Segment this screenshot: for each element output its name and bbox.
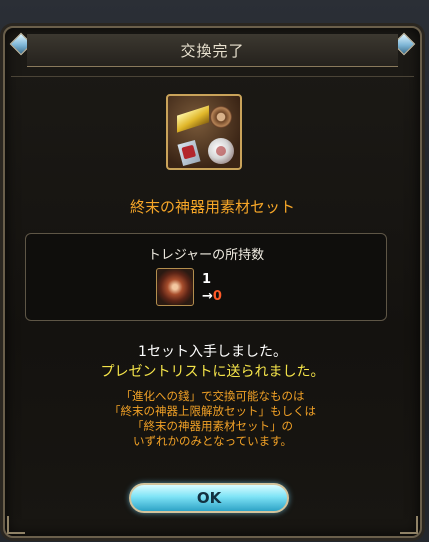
ok-button-label: OK — [196, 489, 222, 507]
book-icon — [177, 140, 201, 166]
note-line: 「終末の神器上限解放セット」もしくは — [109, 404, 316, 418]
material-set-icon — [166, 94, 242, 170]
ok-button[interactable]: OK — [129, 483, 289, 513]
count-before: 1 — [202, 272, 212, 287]
gear-icon — [210, 106, 232, 128]
divider — [11, 76, 414, 77]
exchange-note: 「進化への錢」で交換可能なものは 「終末の神器上限解放セット」もしくは 「終末の… — [5, 389, 420, 449]
arrow-right-icon: → — [202, 289, 213, 304]
gold-ingot-icon — [177, 105, 209, 133]
obtained-message: 1セット入手しました。 — [138, 344, 287, 360]
note-line: 「終末の神器用素材セット」の — [132, 419, 293, 433]
dialog-title: 交換完了 — [180, 41, 245, 60]
frame-corner-ornament — [400, 516, 418, 534]
treasure-count-panel: トレジャーの所持数 1 →0 — [25, 233, 387, 321]
orb-icon — [208, 138, 234, 164]
note-line: いずれかのみとなっています。 — [133, 434, 292, 448]
frame-corner-ornament — [7, 516, 25, 534]
treasure-heading: トレジャーの所持数 — [147, 248, 265, 263]
count-after: 0 — [212, 289, 222, 304]
sent-to-present-list-message: プレゼントリストに送られました。 — [100, 364, 325, 380]
treasure-orb-icon — [156, 268, 194, 306]
dialog-title-bar: 交換完了 — [27, 34, 398, 67]
count-change: →0 — [202, 289, 222, 304]
item-name: 終末の神器用素材セット — [129, 198, 295, 216]
exchange-complete-dialog: 交換完了 終末の神器用素材セット トレジャーの所持数 1 →0 1セット入手しま… — [3, 26, 422, 538]
note-line: 「進化への錢」で交換可能なものは — [120, 389, 305, 403]
